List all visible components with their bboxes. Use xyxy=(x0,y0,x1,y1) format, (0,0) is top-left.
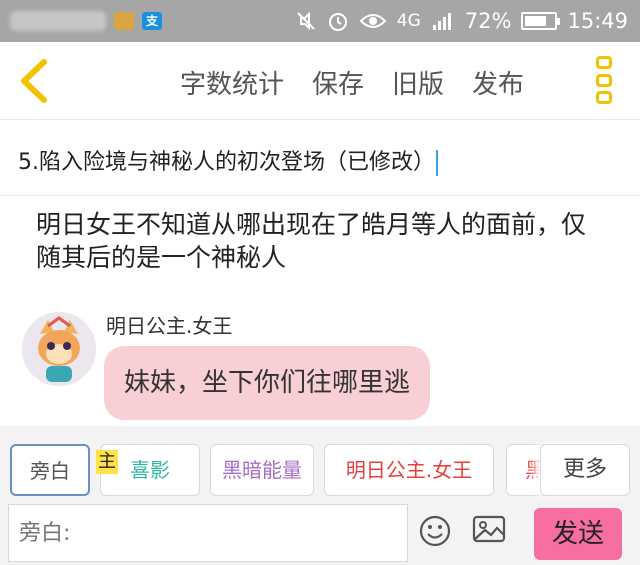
keyboard-app-icon xyxy=(114,12,134,30)
chapter-title-field[interactable]: 5.陷入险境与神秘人的初次登场（已修改） xyxy=(0,120,640,196)
role-label: 黑暗能量 xyxy=(222,458,302,482)
emoji-icon[interactable] xyxy=(418,514,452,548)
nav-actions: 字数统计 保存 旧版 发布 xyxy=(180,64,524,101)
save-button[interactable]: 保存 xyxy=(312,64,364,101)
narration-text: 明日女王不知道从哪出现在了皓月等人的面前，仅随其后的是一个神秘人 xyxy=(36,210,587,272)
more-menu-icon[interactable] xyxy=(596,56,614,104)
old-version-button[interactable]: 旧版 xyxy=(392,64,444,101)
chapter-title: 5.陷入险境与神秘人的初次登场（已修改） xyxy=(18,150,435,175)
role-label: 喜影 xyxy=(130,458,170,482)
network-label: 4G xyxy=(396,11,421,31)
signal-icon xyxy=(432,13,451,30)
message-input[interactable] xyxy=(8,504,408,562)
send-button[interactable]: 发送 xyxy=(534,508,622,560)
battery-icon xyxy=(521,12,561,30)
chat-message[interactable]: 明日公主.女王 妹妹，坐下你们往哪里逃 xyxy=(22,306,622,420)
avatar xyxy=(22,312,96,386)
message-bubble: 妹妹，坐下你们往哪里逃 xyxy=(104,346,431,420)
main-role-badge: 主 xyxy=(96,450,118,474)
back-icon[interactable] xyxy=(14,56,54,106)
text-cursor xyxy=(436,150,438,176)
alipay-app-icon: 支 xyxy=(142,12,162,30)
eye-icon xyxy=(359,14,387,28)
nav-bar: 字数统计 保存 旧版 发布 xyxy=(0,42,640,120)
word-count-button[interactable]: 字数统计 xyxy=(180,64,284,101)
role-label: 明日公主.女王 xyxy=(345,458,473,482)
image-icon[interactable] xyxy=(472,514,506,544)
role-tomorrow-queen[interactable]: 明日公主.女王 xyxy=(324,444,494,496)
clock: 15:49 xyxy=(567,9,628,33)
status-bar: 支 4G 72% 15:49 xyxy=(0,0,640,42)
more-roles-button[interactable]: 更多 xyxy=(540,444,630,496)
blurred-notification xyxy=(10,11,106,31)
role-narrator[interactable]: 旁白 xyxy=(10,444,90,496)
battery-level xyxy=(525,16,546,26)
battery-percent: 72% xyxy=(464,9,512,33)
compose-panel: 旁白 喜影 黑暗能量 明日公主.女王 黑 主 更多 发送 xyxy=(0,426,640,565)
input-row: 发送 xyxy=(0,504,640,564)
role-label: 旁白 xyxy=(30,459,70,483)
speaker-name: 明日公主.女王 xyxy=(106,314,233,338)
publish-button[interactable]: 发布 xyxy=(472,64,524,101)
alarm-icon xyxy=(328,13,347,31)
role-dark-energy[interactable]: 黑暗能量 xyxy=(210,444,314,496)
silent-icon xyxy=(297,11,315,31)
